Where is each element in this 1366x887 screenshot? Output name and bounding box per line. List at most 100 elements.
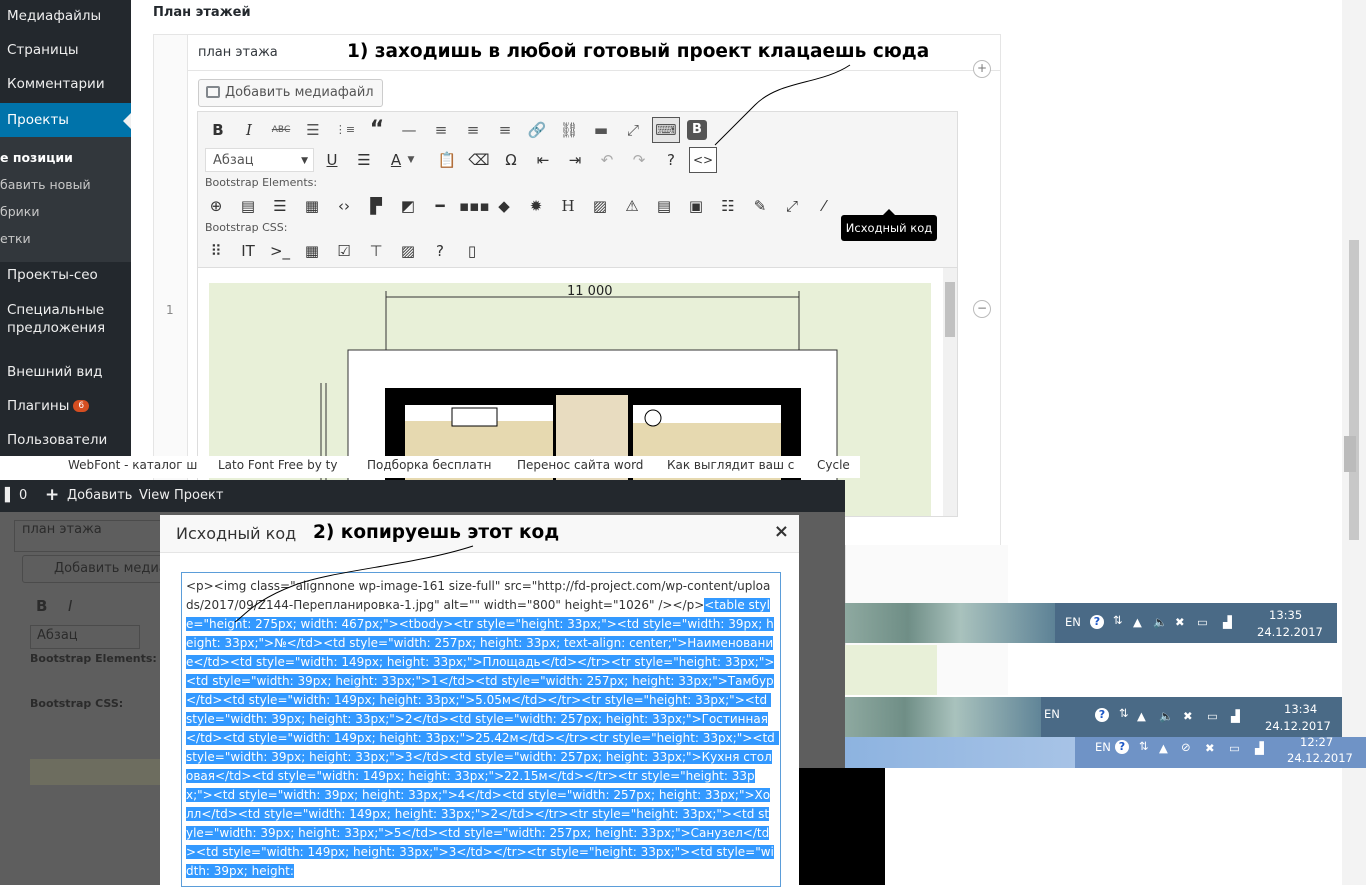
show-hidden-icon[interactable]: ▲	[1133, 615, 1142, 629]
clock-time[interactable]: 12:27	[1300, 737, 1333, 749]
volume-icon[interactable]: 🔈	[1153, 615, 1167, 629]
scroll-thumb[interactable]	[945, 282, 955, 337]
submenu-all-items[interactable]: е позиции	[0, 150, 73, 165]
image-icon[interactable]: ▨	[587, 194, 613, 218]
sidebar-item-projects[interactable]: Проекты	[0, 103, 131, 137]
edit-box-icon[interactable]: ◩	[395, 194, 421, 218]
security-icon[interactable]: ✖	[1175, 615, 1185, 629]
media-object-icon[interactable]: ▣	[683, 194, 709, 218]
align-center-icon[interactable]: ≡	[460, 118, 486, 142]
align-right-icon[interactable]: ≡	[492, 118, 518, 142]
horizontal-line-icon[interactable]: —	[396, 118, 422, 142]
network-tray-icon[interactable]: ⇅	[1113, 613, 1123, 627]
table-icon[interactable]: ▤	[651, 194, 677, 218]
blocked-icon[interactable]: ⊘	[1181, 740, 1191, 754]
indent-icon[interactable]: ⇥	[562, 148, 588, 172]
network-tray-icon[interactable]: ⇅	[1139, 739, 1149, 753]
terminal-icon[interactable]: >_	[267, 239, 293, 263]
editor-scrollbar[interactable]	[943, 268, 957, 516]
bookmark-item[interactable]: Подборка бесплатн	[367, 458, 492, 472]
show-hidden-icon[interactable]: ▲	[1137, 709, 1146, 723]
help-tray-icon[interactable]: ?	[1090, 615, 1104, 629]
sidebar-item-appearance[interactable]: Внешний вид	[0, 364, 131, 380]
read-more-icon[interactable]: ▬	[588, 118, 614, 142]
clock-time[interactable]: 13:34	[1284, 702, 1317, 716]
magic-wand-icon[interactable]: ⁄	[811, 194, 837, 218]
sidebar-item-pages[interactable]: Страницы	[0, 42, 131, 58]
close-icon[interactable]: ×	[774, 521, 789, 542]
remove-row-icon[interactable]: −	[973, 300, 991, 318]
blockquote-icon[interactable]: “	[364, 118, 390, 142]
source-code-icon[interactable]: <>	[689, 147, 717, 173]
sidebar-item-users[interactable]: Пользователи	[0, 432, 131, 448]
help-tray-icon[interactable]: ?	[1095, 708, 1109, 722]
language-indicator[interactable]: EN	[1044, 707, 1060, 721]
network-tray-icon[interactable]: ⇅	[1119, 706, 1129, 720]
clear-formatting-icon[interactable]: ⌫	[466, 148, 492, 172]
comment-icon[interactable]: ▌	[5, 488, 15, 503]
signal-icon[interactable]: ▟	[1223, 615, 1232, 629]
add-new-link[interactable]: Добавить	[67, 488, 132, 503]
clock-date[interactable]: 24.12.2017	[1287, 751, 1353, 765]
justify-icon[interactable]: ☰	[351, 148, 377, 172]
battery-icon[interactable]: ▭	[1197, 615, 1208, 629]
language-indicator[interactable]: EN	[1095, 740, 1111, 754]
clock-time[interactable]: 13:35	[1269, 608, 1302, 622]
sidebar-item-media[interactable]: Медиафайлы	[0, 8, 131, 24]
signal-icon[interactable]: ▟	[1255, 741, 1264, 755]
view-project-link[interactable]: View Проект	[139, 488, 223, 503]
special-character-icon[interactable]: Ω	[498, 148, 524, 172]
panel-icon[interactable]: ▛	[363, 194, 389, 218]
signal-icon[interactable]: ▟	[1231, 709, 1240, 723]
clock-date[interactable]: 24.12.2017	[1265, 719, 1331, 733]
tag-icon[interactable]: ◆	[491, 194, 517, 218]
show-hidden-icon[interactable]: ▲	[1159, 741, 1168, 755]
security-icon[interactable]: ✖	[1205, 741, 1215, 755]
bookmark-item[interactable]: Cycle	[817, 458, 850, 472]
help-tray-icon[interactable]: ?	[1115, 740, 1129, 754]
submenu-add-new[interactable]: бавить новый	[0, 177, 91, 192]
battery-icon[interactable]: ▭	[1229, 741, 1240, 755]
link-icon[interactable]: 🔗	[524, 118, 550, 142]
add-circle-icon[interactable]: ⊕	[203, 194, 229, 218]
expand-icon[interactable]: ⤢	[779, 194, 805, 218]
mobile-icon[interactable]: ▯	[459, 239, 485, 263]
numbered-list-icon[interactable]: ⋮≡	[332, 118, 358, 142]
redo-icon[interactable]: ↷	[626, 148, 652, 172]
row-title-field[interactable]: план этажа	[198, 45, 278, 60]
plus-icon[interactable]: +	[45, 485, 59, 505]
bullet-list-icon[interactable]: ☰	[300, 118, 326, 142]
rows-icon[interactable]: ☰	[267, 194, 293, 218]
document-icon[interactable]: ▤	[235, 194, 261, 218]
language-indicator[interactable]: EN	[1065, 615, 1081, 629]
scroll-thumb-2[interactable]	[1344, 436, 1356, 472]
sidebar-item-plugins[interactable]: Плагины 6	[0, 398, 131, 414]
volume-icon[interactable]: 🔈	[1159, 709, 1173, 723]
security-icon[interactable]: ✖	[1183, 709, 1193, 723]
italic-icon[interactable]: I	[236, 118, 262, 142]
add-media-button[interactable]: Добавить медиафайл	[198, 79, 383, 107]
grid-icon[interactable]: ⠿	[203, 239, 229, 263]
comment-count[interactable]: 0	[19, 488, 27, 503]
undo-icon[interactable]: ↶	[594, 148, 620, 172]
list-icon[interactable]: ▦	[299, 194, 325, 218]
bookmark-item[interactable]: Lato Font Free by ty	[218, 458, 337, 472]
toolbar-toggle-icon[interactable]: ⌨	[652, 117, 680, 143]
heading-icon[interactable]: H	[555, 194, 581, 218]
bookmark-item[interactable]: WebFont - каталог ш	[68, 458, 197, 472]
picture-icon[interactable]: ▨	[395, 239, 421, 263]
underline-icon[interactable]: U	[319, 148, 345, 172]
submenu-tags[interactable]: етки	[0, 231, 31, 246]
fullscreen-icon[interactable]: ⤢	[620, 118, 646, 142]
pagination-icon[interactable]: ▪▪▪	[459, 194, 490, 218]
chevron-down-icon[interactable]: ▼	[405, 148, 417, 172]
outdent-icon[interactable]: ⇤	[530, 148, 556, 172]
sidebar-item-special-offers[interactable]: Специальные предложения	[0, 301, 110, 337]
unlink-icon[interactable]: ⛓	[556, 118, 582, 142]
add-row-icon[interactable]: +	[973, 60, 991, 78]
format-select[interactable]: Абзац	[205, 148, 314, 173]
page-scroll-thumb[interactable]	[1349, 240, 1359, 540]
help-icon[interactable]: ?	[658, 148, 684, 172]
bold-icon[interactable]: B	[205, 118, 231, 142]
paste-text-icon[interactable]: 📋	[434, 148, 460, 172]
